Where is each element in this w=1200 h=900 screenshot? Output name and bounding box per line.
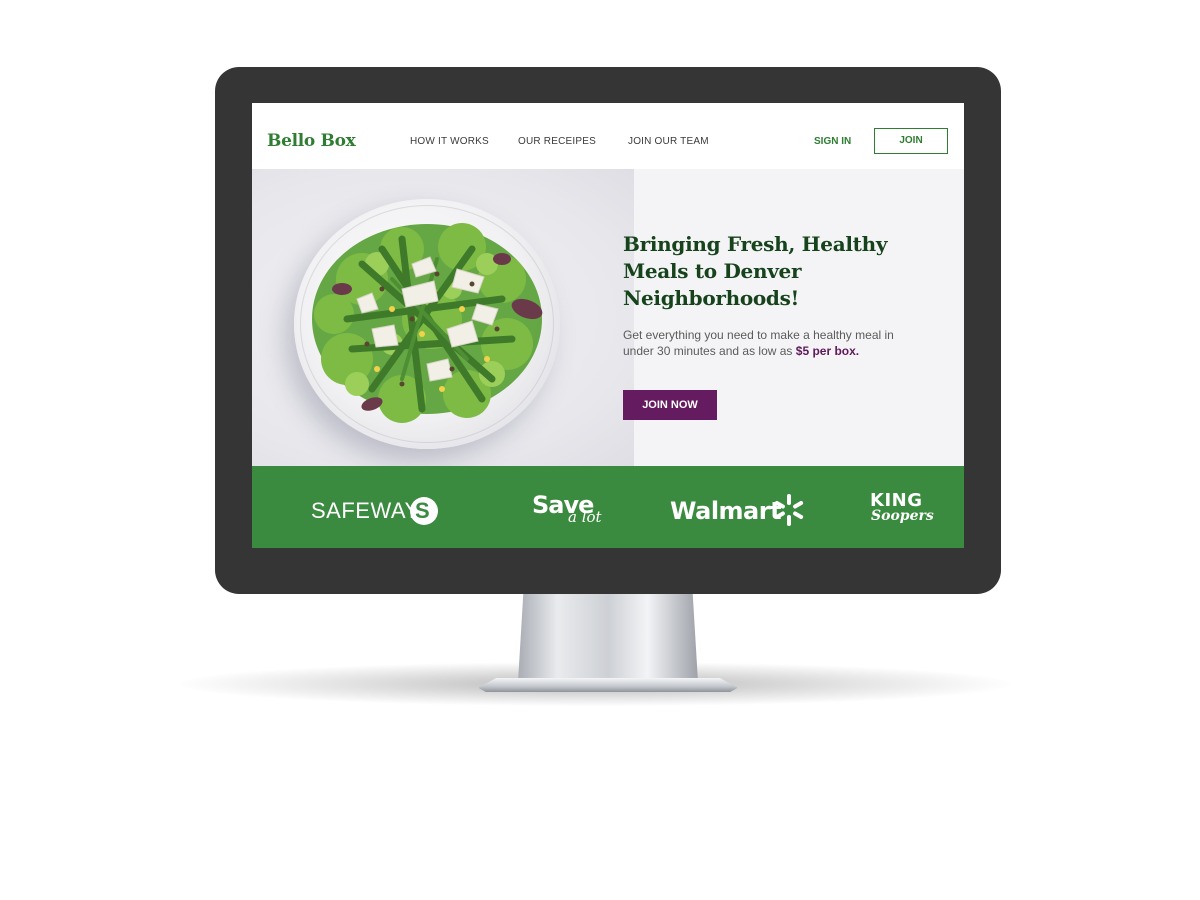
hero-headline: Bringing Fresh, Healthy Meals to Denver … — [623, 232, 888, 310]
site-logo[interactable]: Bello Box — [267, 131, 356, 151]
monitor-stand — [518, 592, 698, 682]
nav-our-recipes[interactable]: OUR RECEIPES — [518, 136, 596, 147]
monitor-base — [478, 678, 738, 692]
website-screen: Bello Box HOW IT WORKS OUR RECEIPES JOIN… — [252, 103, 964, 548]
partner-logos-band: SAFEWAY S Save a lot Walmart KING Sooper… — [252, 466, 964, 548]
nav-how-it-works[interactable]: HOW IT WORKS — [410, 136, 489, 147]
walmart-spark-icon — [774, 494, 804, 526]
salad-illustration — [312, 223, 543, 423]
save-a-lot-sub: a lot — [568, 508, 602, 526]
join-now-button[interactable]: JOIN NOW — [623, 390, 717, 420]
nav-join-our-team[interactable]: JOIN OUR TEAM — [628, 136, 709, 147]
king-soopers-sub: Soopers — [871, 508, 934, 524]
safeway-logo: SAFEWAY — [311, 498, 420, 523]
join-button[interactable]: JOIN — [874, 128, 948, 154]
top-navigation: Bello Box HOW IT WORKS OUR RECEIPES JOIN… — [252, 103, 964, 169]
walmart-logo: Walmart — [670, 497, 782, 525]
hero-subtext: Get everything you need to make a health… — [623, 327, 913, 359]
hero-section: Bringing Fresh, Healthy Meals to Denver … — [252, 169, 964, 466]
safeway-s-icon: S — [410, 497, 438, 525]
hero-price: $5 per box. — [795, 344, 860, 358]
salad-plate-photo — [252, 169, 634, 466]
sign-in-link[interactable]: SIGN IN — [814, 136, 851, 147]
